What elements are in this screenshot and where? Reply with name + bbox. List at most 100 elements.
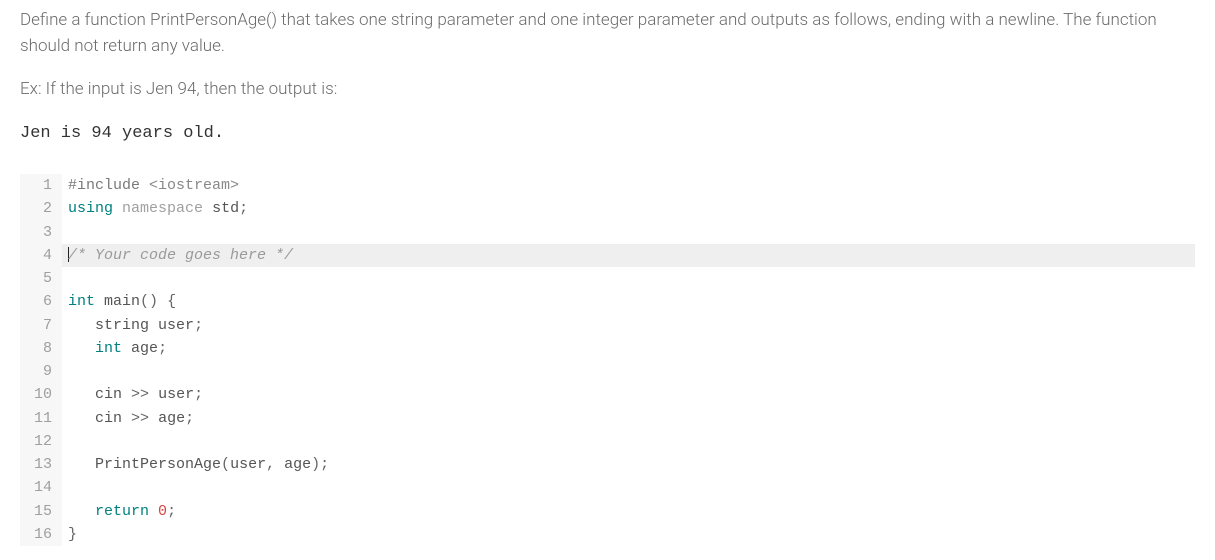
- code-token: [149, 503, 158, 520]
- code-token: ;: [194, 317, 203, 334]
- code-line[interactable]: 15 return 0;: [20, 500, 1195, 523]
- code-token: ;: [158, 340, 167, 357]
- code-token: age: [158, 410, 185, 427]
- code-token: PrintPersonAge: [95, 456, 221, 473]
- line-content[interactable]: return 0;: [62, 500, 1195, 523]
- code-token: ;: [194, 386, 203, 403]
- code-token: (): [140, 293, 158, 310]
- code-line[interactable]: 7 string user;: [20, 314, 1195, 337]
- line-content[interactable]: /* Your code goes here */: [62, 244, 1195, 267]
- line-number: 16: [20, 523, 62, 546]
- code-token: user: [158, 317, 194, 334]
- code-line[interactable]: 13 PrintPersonAge(user, age);: [20, 453, 1195, 476]
- code-token: [68, 410, 95, 427]
- line-number: 4: [20, 244, 62, 267]
- code-token: 0: [158, 503, 167, 520]
- code-token: namespace: [122, 200, 203, 217]
- code-line[interactable]: 12: [20, 430, 1195, 453]
- line-number: 3: [20, 221, 62, 244]
- line-number: 10: [20, 383, 62, 406]
- line-content[interactable]: [62, 221, 1195, 244]
- code-token: [68, 340, 95, 357]
- code-token: [95, 293, 104, 310]
- line-content[interactable]: }: [62, 523, 1195, 546]
- code-editor[interactable]: 1#include <iostream>2using namespace std…: [20, 174, 1195, 546]
- code-token: >>: [131, 386, 149, 403]
- line-number: 2: [20, 197, 62, 220]
- line-content[interactable]: int main() {: [62, 290, 1195, 313]
- code-line[interactable]: 4 /* Your code goes here */: [20, 244, 1195, 267]
- code-token: #include: [68, 177, 140, 194]
- code-token: ;: [239, 200, 248, 217]
- line-number: 5: [20, 267, 62, 290]
- line-number: 7: [20, 314, 62, 337]
- code-line[interactable]: 14: [20, 476, 1195, 499]
- code-token: /* Your code goes here */: [68, 247, 293, 264]
- code-token: [149, 410, 158, 427]
- example-label: Ex: If the input is Jen 94, then the out…: [20, 77, 1195, 103]
- code-token: ;: [185, 410, 194, 427]
- code-line[interactable]: 9: [20, 360, 1195, 383]
- code-token: [122, 410, 131, 427]
- code-token: age: [131, 340, 158, 357]
- code-token: (: [221, 456, 230, 473]
- line-number: 15: [20, 500, 62, 523]
- code-token: [122, 340, 131, 357]
- line-content[interactable]: [62, 476, 1195, 499]
- line-number: 13: [20, 453, 62, 476]
- question-paragraph: Define a function PrintPersonAge() that …: [20, 8, 1195, 59]
- line-content[interactable]: PrintPersonAge(user, age);: [62, 453, 1195, 476]
- code-line[interactable]: 3: [20, 221, 1195, 244]
- code-token: [203, 200, 212, 217]
- line-content[interactable]: [62, 430, 1195, 453]
- code-token: [149, 386, 158, 403]
- code-token: return: [95, 503, 149, 520]
- code-line[interactable]: 16}: [20, 523, 1195, 546]
- line-content[interactable]: [62, 267, 1195, 290]
- code-token: cin: [95, 386, 122, 403]
- code-token: [68, 503, 95, 520]
- code-line[interactable]: 11 cin >> age;: [20, 407, 1195, 430]
- code-line[interactable]: 6int main() {: [20, 290, 1195, 313]
- code-token: [140, 177, 149, 194]
- code-token: {: [167, 293, 176, 310]
- code-token: [113, 200, 122, 217]
- line-content[interactable]: int age;: [62, 337, 1195, 360]
- line-number: 1: [20, 174, 62, 197]
- code-token: int: [68, 293, 95, 310]
- code-token: >>: [131, 410, 149, 427]
- line-number: 8: [20, 337, 62, 360]
- code-line[interactable]: 8 int age;: [20, 337, 1195, 360]
- code-token: [158, 293, 167, 310]
- line-content[interactable]: #include <iostream>: [62, 174, 1195, 197]
- code-line[interactable]: 1#include <iostream>: [20, 174, 1195, 197]
- code-token: using: [68, 200, 113, 217]
- code-token: std: [212, 200, 239, 217]
- line-content[interactable]: [62, 360, 1195, 383]
- code-line[interactable]: 5: [20, 267, 1195, 290]
- line-number: 12: [20, 430, 62, 453]
- code-token: string: [95, 317, 149, 334]
- code-token: [68, 317, 95, 334]
- line-content[interactable]: cin >> age;: [62, 407, 1195, 430]
- line-number: 9: [20, 360, 62, 383]
- code-token: main: [104, 293, 140, 310]
- line-number: 14: [20, 476, 62, 499]
- line-content[interactable]: using namespace std;: [62, 197, 1195, 220]
- code-token: int: [95, 340, 122, 357]
- line-content[interactable]: cin >> user;: [62, 383, 1195, 406]
- code-token: [149, 317, 158, 334]
- line-content[interactable]: string user;: [62, 314, 1195, 337]
- code-token: cin: [95, 410, 122, 427]
- line-number: 11: [20, 407, 62, 430]
- code-line[interactable]: 10 cin >> user;: [20, 383, 1195, 406]
- example-output: Jen is 94 years old.: [20, 121, 1195, 147]
- code-token: [122, 386, 131, 403]
- code-token: [275, 456, 284, 473]
- code-token: ;: [167, 503, 176, 520]
- code-token: <iostream>: [149, 177, 239, 194]
- line-number: 6: [20, 290, 62, 313]
- code-token: age: [284, 456, 311, 473]
- code-line[interactable]: 2using namespace std;: [20, 197, 1195, 220]
- code-token: [68, 386, 95, 403]
